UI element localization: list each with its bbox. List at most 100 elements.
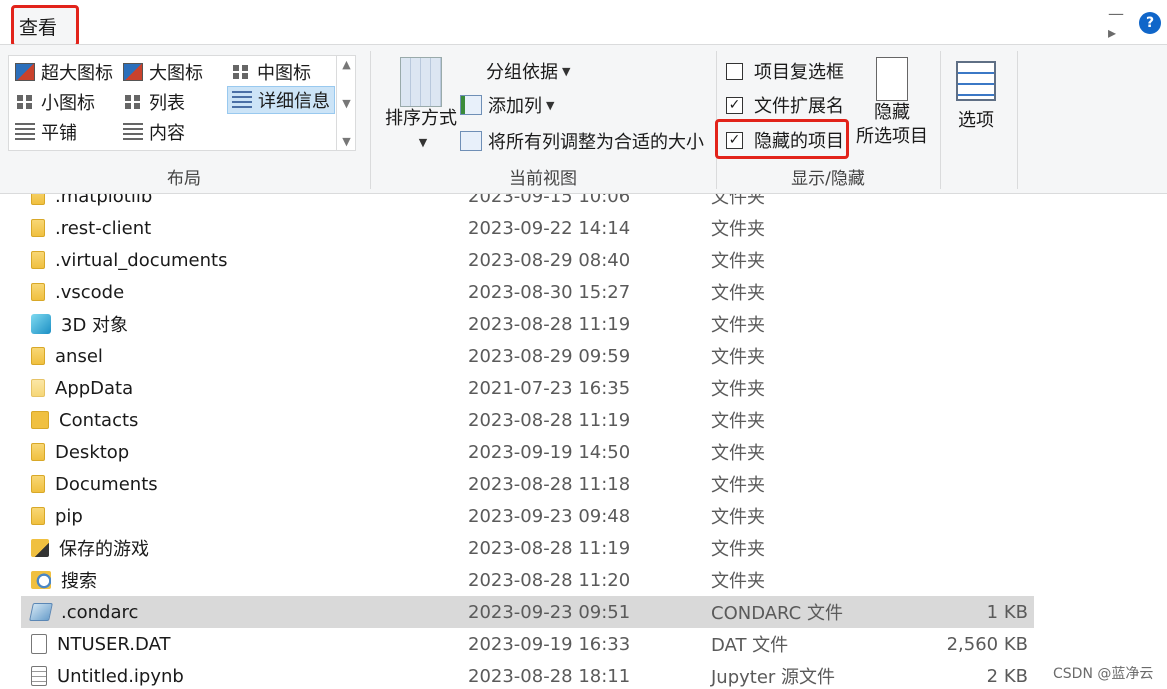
file-row[interactable]: Documents 2023-08-28 11:18 文件夹: [21, 468, 1034, 500]
file-name-text: AppData: [55, 377, 134, 399]
item-checkboxes-toggle[interactable]: 项目复选框: [726, 56, 844, 86]
options-icon: [956, 61, 996, 101]
group-divider: [1017, 51, 1018, 189]
layout-large-icons[interactable]: 大图标: [119, 58, 203, 86]
folder-icon: [31, 507, 45, 525]
file-name: .vscode: [31, 276, 124, 308]
file-row[interactable]: .vscode 2023-08-30 15:27 文件夹: [21, 276, 1034, 308]
layout-details[interactable]: 详细信息: [227, 86, 335, 114]
file-row[interactable]: Desktop 2023-09-19 14:50 文件夹: [21, 436, 1034, 468]
watermark: CSDN @蓝净云: [1053, 666, 1154, 682]
search-folder-icon: [31, 571, 51, 589]
expand-gallery-icon[interactable]: ▼: [342, 135, 350, 148]
file-row[interactable]: .virtual_documents 2023-08-29 08:40 文件夹: [21, 244, 1034, 276]
file-type-text: 文件夹: [711, 251, 765, 272]
hidden-items-toggle[interactable]: ✓ 隐藏的项目: [726, 125, 844, 155]
file-row[interactable]: 保存的游戏 2023-08-28 11:19 文件夹: [21, 532, 1034, 564]
folder-icon: [31, 475, 45, 493]
layout-gallery: 超大图标 大图标 中图标 小图标 列表 详细信息 平铺 内容: [8, 55, 356, 151]
item-checkboxes-label: 项目复选框: [754, 62, 844, 83]
file-type: 文件夹: [711, 564, 765, 596]
hidden-items-label: 隐藏的项目: [754, 131, 844, 152]
file-type: 文件夹: [711, 340, 765, 372]
options-button[interactable]: 选项: [948, 61, 1004, 133]
layout-small-icons[interactable]: 小图标: [11, 88, 95, 116]
item-checkboxes-checkbox[interactable]: [726, 62, 743, 80]
ribbon-tab-bar: 查看 —▸ ?: [0, 0, 1167, 47]
layout-content[interactable]: 内容: [119, 118, 185, 146]
file-name-text: 保存的游戏: [59, 539, 149, 560]
extra-large-icons-icon: [15, 63, 35, 81]
layout-gallery-scroll[interactable]: ▲ ▼ ▼: [336, 55, 356, 151]
group-by-button[interactable]: 分组依据 ▼: [460, 56, 570, 86]
file-row[interactable]: 搜索 2023-08-28 11:20 文件夹: [21, 564, 1034, 596]
large-icons-icon: [123, 63, 143, 81]
file-date: 2023-09-19 16:33: [468, 628, 630, 660]
hide-selected-label-2: 所选项目: [856, 126, 928, 147]
file-name: .rest-client: [31, 212, 151, 244]
sort-by-button[interactable]: 排序方式 ▼: [378, 57, 464, 155]
file-type-text: 文件夹: [711, 507, 765, 528]
file-row[interactable]: pip 2023-09-23 09:48 文件夹: [21, 500, 1034, 532]
layout-item-label: 大图标: [149, 63, 203, 84]
file-type: 文件夹: [711, 194, 765, 212]
file-row[interactable]: .matplotlib 2023-09-15 10:06 文件夹: [21, 194, 1034, 212]
file-name-text: Untitled.ipynb: [57, 665, 184, 687]
folder-icon: [31, 219, 45, 237]
layout-tiles[interactable]: 平铺: [11, 118, 77, 146]
file-name-text: NTUSER.DAT: [57, 633, 171, 655]
file-date-text: 2023-09-22 14:14: [468, 217, 631, 239]
pin-ribbon-icon[interactable]: —▸: [1108, 4, 1130, 42]
file-name: .matplotlib: [31, 194, 152, 212]
file-extensions-label: 文件扩展名: [754, 96, 844, 117]
scroll-up-icon[interactable]: ▲: [342, 58, 350, 71]
condarc-icon: [29, 603, 53, 621]
content-icon: [123, 123, 143, 141]
file-date: 2023-08-28 18:11: [468, 660, 630, 689]
file-type: 文件夹: [711, 276, 765, 308]
file-name-text: .rest-client: [55, 217, 152, 239]
file-row[interactable]: 3D 对象 2023-08-28 11:19 文件夹: [21, 308, 1034, 340]
file-row[interactable]: .condarc 2023-09-23 09:51 CONDARC 文件 1 KB: [21, 596, 1034, 628]
file-type: 文件夹: [711, 372, 765, 404]
file-date-text: 2023-08-28 18:11: [468, 665, 631, 687]
add-columns-button[interactable]: 添加列 ▼: [460, 90, 554, 120]
file-icon: [31, 634, 47, 654]
current-view-group-label: 当前视图: [509, 169, 577, 189]
hidden-items-checkbox[interactable]: ✓: [726, 131, 743, 149]
chevron-down-icon: ▼: [546, 98, 555, 112]
file-row[interactable]: ansel 2023-08-29 09:59 文件夹: [21, 340, 1034, 372]
add-columns-label: 添加列: [488, 96, 542, 117]
file-row[interactable]: AppData 2021-07-23 16:35 文件夹: [21, 372, 1034, 404]
medium-icons-icon: [231, 63, 251, 81]
layout-item-label: 列表: [149, 93, 185, 114]
file-size: 2 KB: [987, 660, 1028, 689]
layout-medium-icons[interactable]: 中图标: [227, 58, 311, 86]
cube-icon: [31, 314, 51, 334]
file-name-text: ansel: [55, 345, 103, 367]
file-row[interactable]: Contacts 2023-08-28 11:19 文件夹: [21, 404, 1034, 436]
file-type-text: DAT 文件: [711, 635, 789, 656]
file-row[interactable]: Untitled.ipynb 2023-08-28 18:11 Jupyter 源文…: [21, 660, 1034, 689]
file-date-text: 2023-08-28 11:20: [468, 569, 631, 591]
layout-item-label: 超大图标: [41, 63, 113, 84]
file-row[interactable]: .rest-client 2023-09-22 14:14 文件夹: [21, 212, 1034, 244]
file-row[interactable]: NTUSER.DAT 2023-09-19 16:33 DAT 文件 2,560 KB: [21, 628, 1034, 660]
size-all-columns-button[interactable]: 将所有列调整为合适的大小: [460, 126, 704, 156]
file-name: ansel: [31, 340, 103, 372]
file-type: 文件夹: [711, 308, 765, 340]
hide-selected-items-button[interactable]: 隐藏 所选项目: [853, 57, 931, 149]
file-date-text: 2023-08-28 11:19: [468, 537, 631, 559]
help-icon[interactable]: ?: [1139, 12, 1161, 34]
tab-view[interactable]: 查看: [11, 5, 79, 47]
file-extensions-toggle[interactable]: ✓ 文件扩展名: [726, 90, 844, 120]
file-date: 2023-08-30 15:27: [468, 276, 630, 308]
group-by-label: 分组依据: [486, 62, 558, 83]
file-date-text: 2023-09-15 10:06: [468, 194, 631, 207]
layout-list[interactable]: 列表: [119, 88, 185, 116]
scroll-down-icon[interactable]: ▼: [342, 97, 350, 110]
file-date: 2023-08-28 11:20: [468, 564, 630, 596]
show-hide-group-label: 显示/隐藏: [791, 169, 865, 189]
layout-extra-large-icons[interactable]: 超大图标: [11, 58, 113, 86]
file-extensions-checkbox[interactable]: ✓: [726, 96, 743, 114]
